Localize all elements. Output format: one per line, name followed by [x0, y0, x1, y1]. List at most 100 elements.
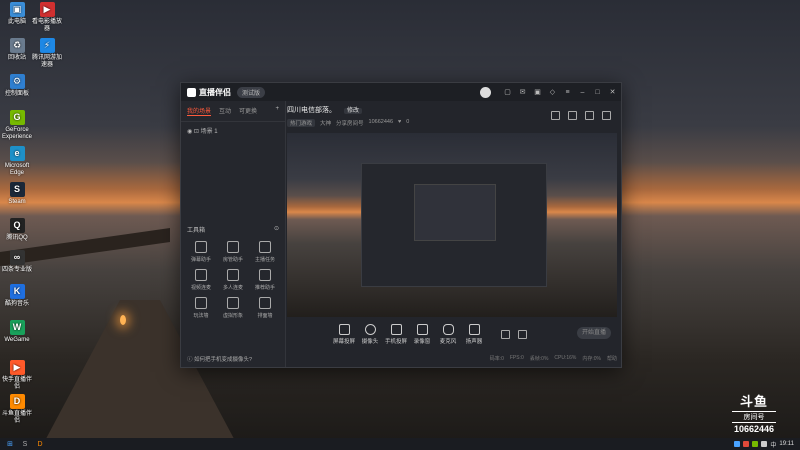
- tool-video-link[interactable]: 视频连麦: [185, 269, 217, 291]
- desktop-icon[interactable]: K 酷狗音乐: [0, 284, 34, 308]
- left-panel: 我的场景 互动 可更换 + ◉ ⊡ 场景 1 工具箱 ⊙ 弹幕助手 房管助手 主…: [181, 101, 286, 367]
- fans-icon: ♥: [398, 119, 402, 125]
- tool-avatar[interactable]: 虚拟形象: [217, 297, 249, 319]
- source-toolbar: 屏幕投屏 摄像头 手机投屏 录像窗 麦克风 扬声器 开始直播: [287, 319, 617, 349]
- desktop-icon[interactable]: Q 腾讯QQ: [0, 218, 34, 242]
- share-icon[interactable]: [602, 111, 611, 120]
- desktop-icon[interactable]: ♻ 回收站: [0, 38, 34, 62]
- camera-button[interactable]: 摄像头: [357, 323, 383, 345]
- logo-icon: [187, 87, 196, 97]
- desktop-icon[interactable]: ▶ 看电影播放器: [30, 2, 64, 33]
- stream-preview[interactable]: [287, 133, 617, 317]
- danmaku-icon: [195, 241, 207, 253]
- desktop-icon[interactable]: ∞ 四条专业版: [0, 250, 34, 274]
- room-id-label: 分享房间号: [336, 121, 364, 127]
- ime-indicator[interactable]: 中: [770, 440, 776, 449]
- avatar[interactable]: [480, 86, 491, 98]
- desktop-icon[interactable]: e Microsoft Edge: [0, 146, 34, 177]
- kuaishou-icon: ▶: [9, 360, 25, 375]
- help-link[interactable]: 帮助: [607, 355, 617, 362]
- app-tray-icon[interactable]: [743, 441, 750, 447]
- computer-icon: ▣: [9, 2, 25, 17]
- scene-item[interactable]: ◉ ⊡ 场景 1: [181, 122, 285, 139]
- bell-icon[interactable]: [585, 111, 594, 120]
- edit-title-button[interactable]: 修改: [343, 108, 362, 114]
- desktop-icon[interactable]: ⚙ 控制面板: [0, 74, 34, 98]
- video-link-icon: [195, 269, 207, 281]
- wegame-icon: W: [9, 320, 25, 335]
- fans-count: 0: [406, 119, 410, 125]
- desktop-icon[interactable]: ▶ 快手直播伴侣: [0, 360, 34, 391]
- toolbox-header: 工具箱 ⊙: [187, 225, 279, 234]
- tab-my-scenes[interactable]: 我的场景: [187, 106, 212, 116]
- desktop-icon[interactable]: G GeForce Experience: [0, 110, 34, 141]
- speaker-button[interactable]: 扬声器: [461, 323, 487, 345]
- steam-taskbar-icon[interactable]: S: [20, 440, 30, 449]
- app-icon: ∞: [9, 250, 25, 265]
- skin-icon[interactable]: ▢: [503, 88, 512, 97]
- network-icon[interactable]: [734, 441, 741, 447]
- lock-icon[interactable]: ⊡: [194, 129, 199, 135]
- speaker-icon: [468, 323, 480, 335]
- desktop-icon[interactable]: D 斗鱼直播伴侣: [0, 394, 34, 425]
- tool-recommend[interactable]: 推荐助手: [249, 269, 281, 291]
- monitor-icon: [338, 323, 350, 335]
- pier-lamp: [120, 315, 126, 325]
- nested-preview-inner: [414, 184, 496, 241]
- message-icon[interactable]: ✉: [518, 88, 527, 97]
- beta-badge: 测试版: [237, 86, 266, 98]
- screen-capture-button[interactable]: 屏幕投屏: [331, 323, 357, 345]
- menu-icon[interactable]: ≡: [563, 88, 572, 97]
- desktop-icon[interactable]: ⚡ 腾讯网游加速器: [30, 38, 64, 69]
- gift-icon[interactable]: ▣: [533, 88, 542, 97]
- video-settings-icon[interactable]: [501, 329, 510, 339]
- nested-preview-window: [361, 163, 547, 287]
- douyu-watermark: 斗鱼 房间号 10662446: [732, 394, 776, 434]
- desktop-icon[interactable]: ▣ 此电脑: [0, 2, 34, 26]
- tab-replace[interactable]: 可更换: [239, 106, 257, 116]
- live-streaming-app-window[interactable]: 直播伴侣 测试版 ▢ ✉ ▣ ◇ ≡ – □ ✕ 我的场景 互动 可更换 + ◉…: [180, 82, 622, 368]
- user-icon: [227, 241, 239, 253]
- go-live-button[interactable]: 开始直播: [577, 327, 611, 339]
- calendar-icon[interactable]: [568, 111, 577, 120]
- shield-icon[interactable]: ◇: [548, 88, 557, 97]
- maximize-icon[interactable]: □: [593, 88, 602, 97]
- title-bar[interactable]: 直播伴侣 测试版 ▢ ✉ ▣ ◇ ≡ – □ ✕: [181, 83, 621, 101]
- nvidia-icon[interactable]: [752, 441, 759, 447]
- desktop-icon[interactable]: S Steam: [0, 182, 34, 206]
- phone-camera-hint[interactable]: ⓘ 如何把手机变成摄像头?: [187, 355, 252, 363]
- camera-icon: [364, 323, 376, 335]
- recommend-icon: [259, 269, 271, 281]
- tool-danmaku[interactable]: 弹幕助手: [185, 241, 217, 263]
- record-window-button[interactable]: 录像窗: [409, 323, 435, 345]
- desktop-icon[interactable]: W WeGame: [0, 320, 34, 344]
- microphone-button[interactable]: 麦克风: [435, 323, 461, 345]
- subcategory: 大神: [320, 121, 332, 127]
- task-icon: [259, 241, 271, 253]
- toolbox-more-icon[interactable]: ⊙: [274, 225, 279, 234]
- minimize-icon[interactable]: –: [578, 88, 587, 97]
- control-panel-icon: ⚙: [9, 74, 25, 89]
- gift-box-icon[interactable]: [551, 111, 560, 120]
- windows-start-icon[interactable]: ⊞: [5, 440, 15, 449]
- douyu-icon: D: [9, 394, 25, 409]
- volume-icon[interactable]: [761, 441, 768, 447]
- eye-icon[interactable]: ◉: [187, 129, 192, 135]
- status-bar: 码率:0 FPS:0 丢帧:0% CPU:16% 内存:0% 帮助: [489, 355, 617, 362]
- gear-icon[interactable]: [518, 329, 527, 339]
- add-scene-icon[interactable]: +: [275, 106, 279, 116]
- tool-wall[interactable]: 排面墙: [249, 297, 281, 319]
- tab-interact[interactable]: 互动: [219, 106, 231, 116]
- recycle-bin-icon: ♻: [9, 38, 25, 53]
- category-chip[interactable]: 热门游戏: [287, 119, 316, 127]
- tool-multi-link[interactable]: 多人连麦: [217, 269, 249, 291]
- geforce-icon: G: [9, 110, 25, 125]
- room-id: 10662446: [368, 119, 394, 125]
- tool-streamer-task[interactable]: 主播任务: [249, 241, 281, 263]
- tool-play-wall[interactable]: 玩法墙: [185, 297, 217, 319]
- close-icon[interactable]: ✕: [608, 88, 617, 97]
- douyu-taskbar-icon[interactable]: D: [35, 440, 45, 449]
- tool-room-manager[interactable]: 房管助手: [217, 241, 249, 263]
- clock[interactable]: 19:11: [779, 441, 794, 447]
- phone-cast-button[interactable]: 手机投屏: [383, 323, 409, 345]
